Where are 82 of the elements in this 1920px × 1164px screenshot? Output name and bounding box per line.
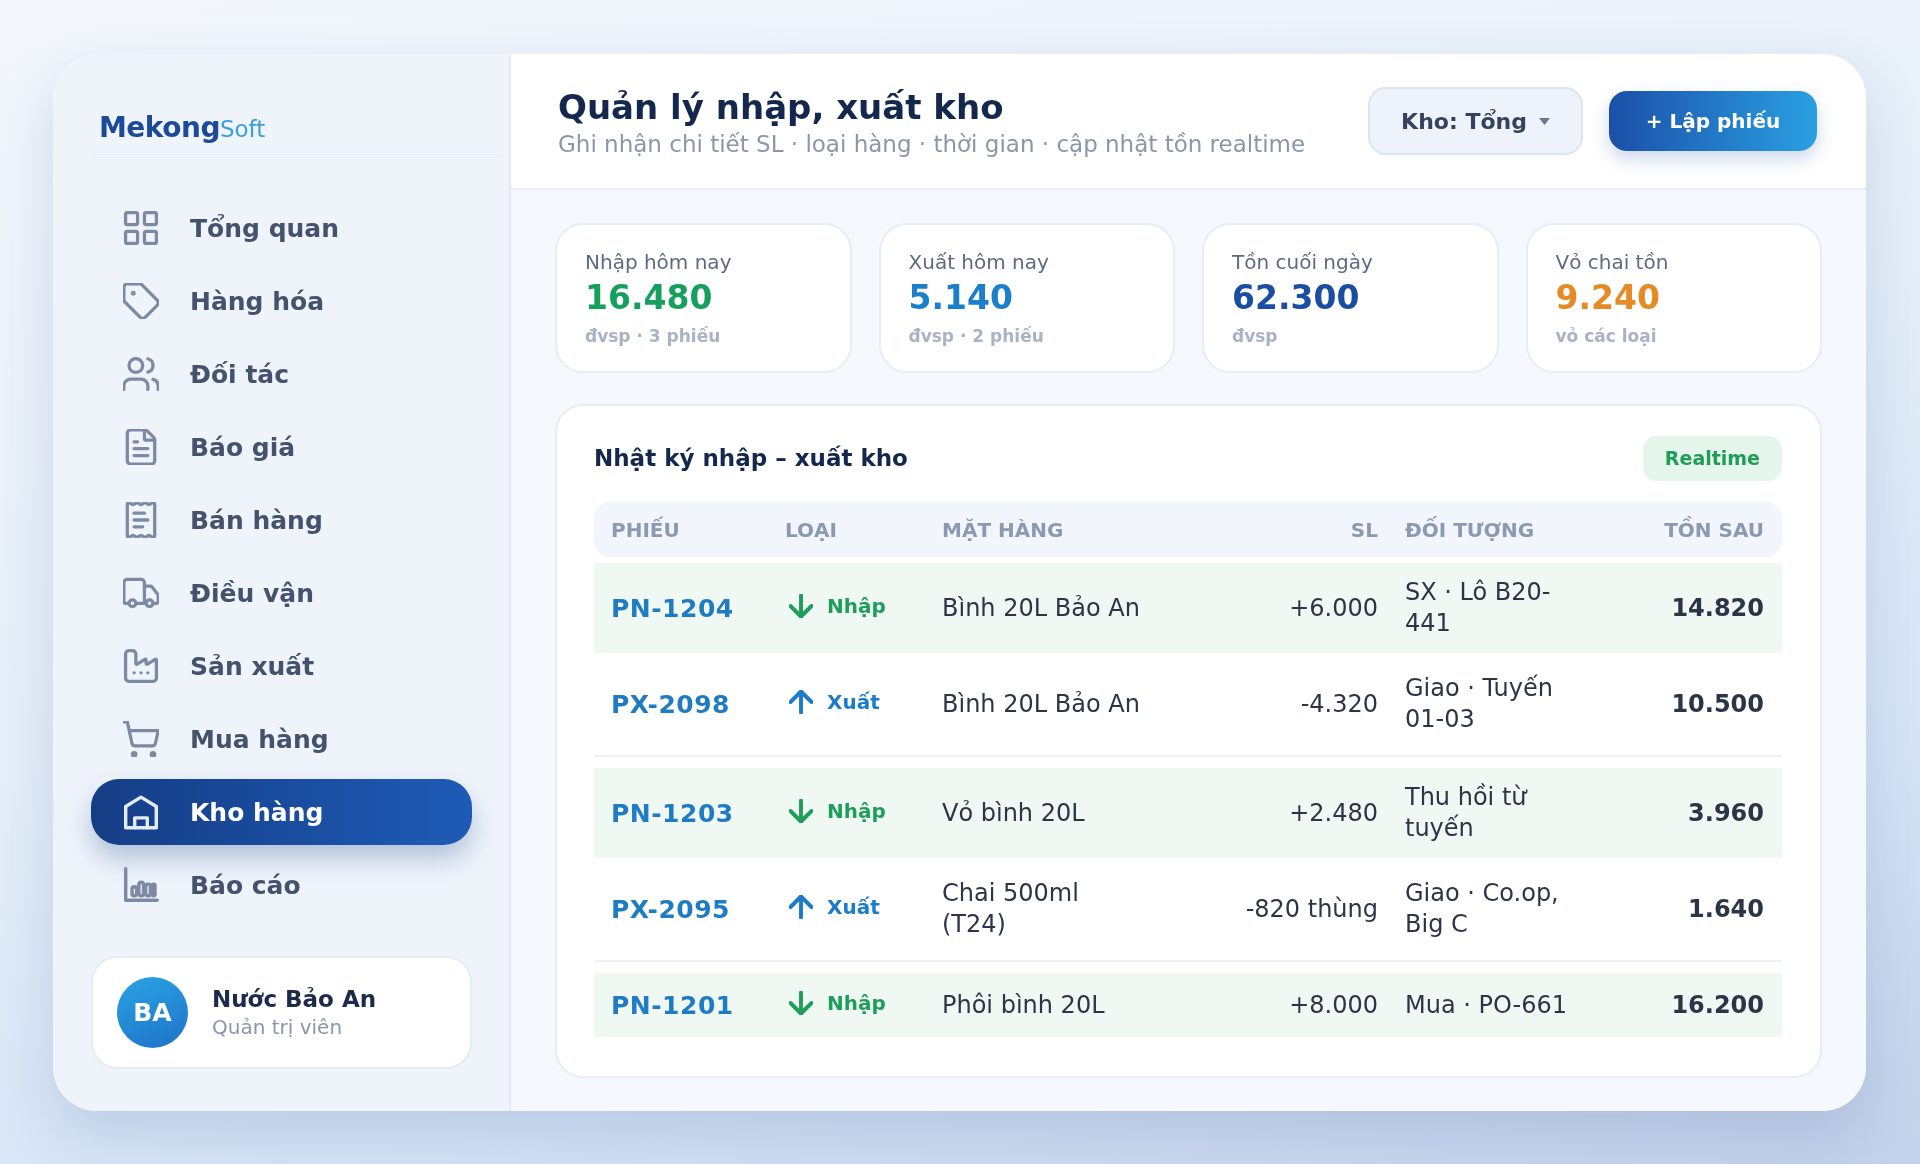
table-cell-text: Chai 500ml (T24) xyxy=(942,878,1080,940)
cart-icon xyxy=(123,721,159,757)
sidebar-item[interactable]: Báo cáo xyxy=(91,852,472,918)
factory-icon xyxy=(123,648,159,684)
arrow-down-icon xyxy=(789,594,813,618)
stat-note: vỏ các loại xyxy=(1555,326,1657,347)
avatar: BA xyxy=(117,977,188,1048)
sidebar-item[interactable]: Tổng quan xyxy=(91,195,472,261)
table-cell: Phôi bình 20L xyxy=(942,989,1105,1021)
type-label: Nhập xyxy=(827,799,886,823)
stat-value: 16.480 xyxy=(585,279,713,317)
sidebar-item[interactable]: Điều vận xyxy=(91,560,472,626)
table-cell-text: Giao · Co.op, Big C xyxy=(1405,878,1560,940)
table-cell-text: SX · Lô B20-441 xyxy=(1405,577,1552,639)
column-header: TỒN SAU xyxy=(1663,517,1764,542)
stat-value: 62.300 xyxy=(1232,279,1360,317)
column-header: MẶT HÀNG xyxy=(942,517,1065,542)
voucher-link[interactable]: PN-1203 xyxy=(611,798,734,828)
table-cell: 3.960 xyxy=(1688,797,1764,829)
arrow-down-icon xyxy=(789,799,813,823)
type-label: Xuất xyxy=(827,690,880,714)
user-name: Nước Bảo An xyxy=(212,985,377,1014)
table-cell: 16.200 xyxy=(1671,989,1764,1021)
table-cell: Mua · PO-661 xyxy=(1405,989,1567,1021)
table-cell: +6.000 xyxy=(1289,592,1378,624)
voucher-link[interactable]: PX-2095 xyxy=(611,894,730,924)
warehouse-select[interactable]: Kho: Tổng xyxy=(1368,87,1583,155)
arrow-down-icon xyxy=(789,991,813,1015)
voucher-link[interactable]: PN-1201 xyxy=(611,990,734,1020)
stat-value: 9.240 xyxy=(1555,279,1660,317)
column-header: ĐỐI TƯỢNG xyxy=(1404,517,1536,542)
stat-note: đvsp · 2 phiếu xyxy=(908,326,1044,347)
table-cell: +8.000 xyxy=(1289,989,1378,1021)
sidebar-item[interactable]: Mua hàng xyxy=(91,706,472,772)
sidebar-item[interactable]: Kho hàng xyxy=(91,779,472,845)
document-icon xyxy=(123,429,159,465)
table-cell: -820 thùng xyxy=(1245,893,1378,925)
type-label: Nhập xyxy=(827,594,886,618)
table-cell-text: Giao · Tuyến 01-03 xyxy=(1405,673,1554,735)
grid-icon xyxy=(123,210,159,246)
panel-title: Nhật ký nhập – xuất kho xyxy=(594,445,908,471)
stat-note: đvsp xyxy=(1232,326,1278,347)
stat-note: đvsp · 3 phiếu xyxy=(585,326,721,347)
page-subtitle: Ghi nhận chi tiết SL · loại hàng · thời gian · cập nhật tồn realtime xyxy=(558,130,1307,159)
caret-icon xyxy=(1538,117,1550,125)
create-voucher-button[interactable]: + Lập phiếu xyxy=(1609,91,1817,151)
voucher-link[interactable]: PN-1204 xyxy=(611,593,734,623)
table-cell: Bình 20L Bảo An xyxy=(942,592,1140,624)
bar-chart-icon xyxy=(123,867,159,903)
table-cell: 14.820 xyxy=(1671,592,1764,624)
table-cell: -4.320 xyxy=(1300,688,1378,720)
stat-label: Tồn cuối ngày xyxy=(1232,250,1373,274)
table-cell-text: Thu hồi từ tuyến xyxy=(1405,782,1529,844)
table-cell: +2.480 xyxy=(1289,797,1378,829)
column-header: PHIẾU xyxy=(611,517,681,542)
type-label: Xuất xyxy=(827,895,880,919)
type-label: Nhập xyxy=(827,991,886,1015)
sidebar-item[interactable]: Bán hàng xyxy=(91,487,472,553)
table-cell: Vỏ bình 20L xyxy=(942,797,1085,829)
stat-label: Nhập hôm nay xyxy=(585,250,732,274)
table-cell: Bình 20L Bảo An xyxy=(942,688,1140,720)
table-cell: 1.640 xyxy=(1688,893,1764,925)
stat-label: Xuất hôm nay xyxy=(908,250,1049,274)
truck-icon xyxy=(123,575,159,611)
page-title: Quản lý nhập, xuất kho xyxy=(558,87,1005,127)
users-icon xyxy=(123,356,159,392)
sidebar-item[interactable]: Sản xuất xyxy=(91,633,472,699)
sidebar-item[interactable]: Báo giá xyxy=(91,414,472,480)
table-cell: 10.500 xyxy=(1671,688,1764,720)
column-header: SL xyxy=(1349,517,1378,542)
tag-icon xyxy=(123,283,159,319)
sidebar-item[interactable]: Hàng hóa xyxy=(91,268,472,334)
stat-value: 5.140 xyxy=(908,279,1013,317)
warehouse-icon xyxy=(123,794,159,830)
logo: MekongSoft xyxy=(99,110,266,146)
voucher-link[interactable]: PX-2098 xyxy=(611,689,730,719)
column-header: LOẠI xyxy=(785,517,838,542)
sidebar-item[interactable]: Đối tác xyxy=(91,341,472,407)
receipt-icon xyxy=(123,502,159,538)
user-role: Quản trị viên xyxy=(212,1014,344,1040)
realtime-badge: Realtime xyxy=(1642,435,1782,481)
stat-label: Vỏ chai tồn xyxy=(1555,250,1669,274)
